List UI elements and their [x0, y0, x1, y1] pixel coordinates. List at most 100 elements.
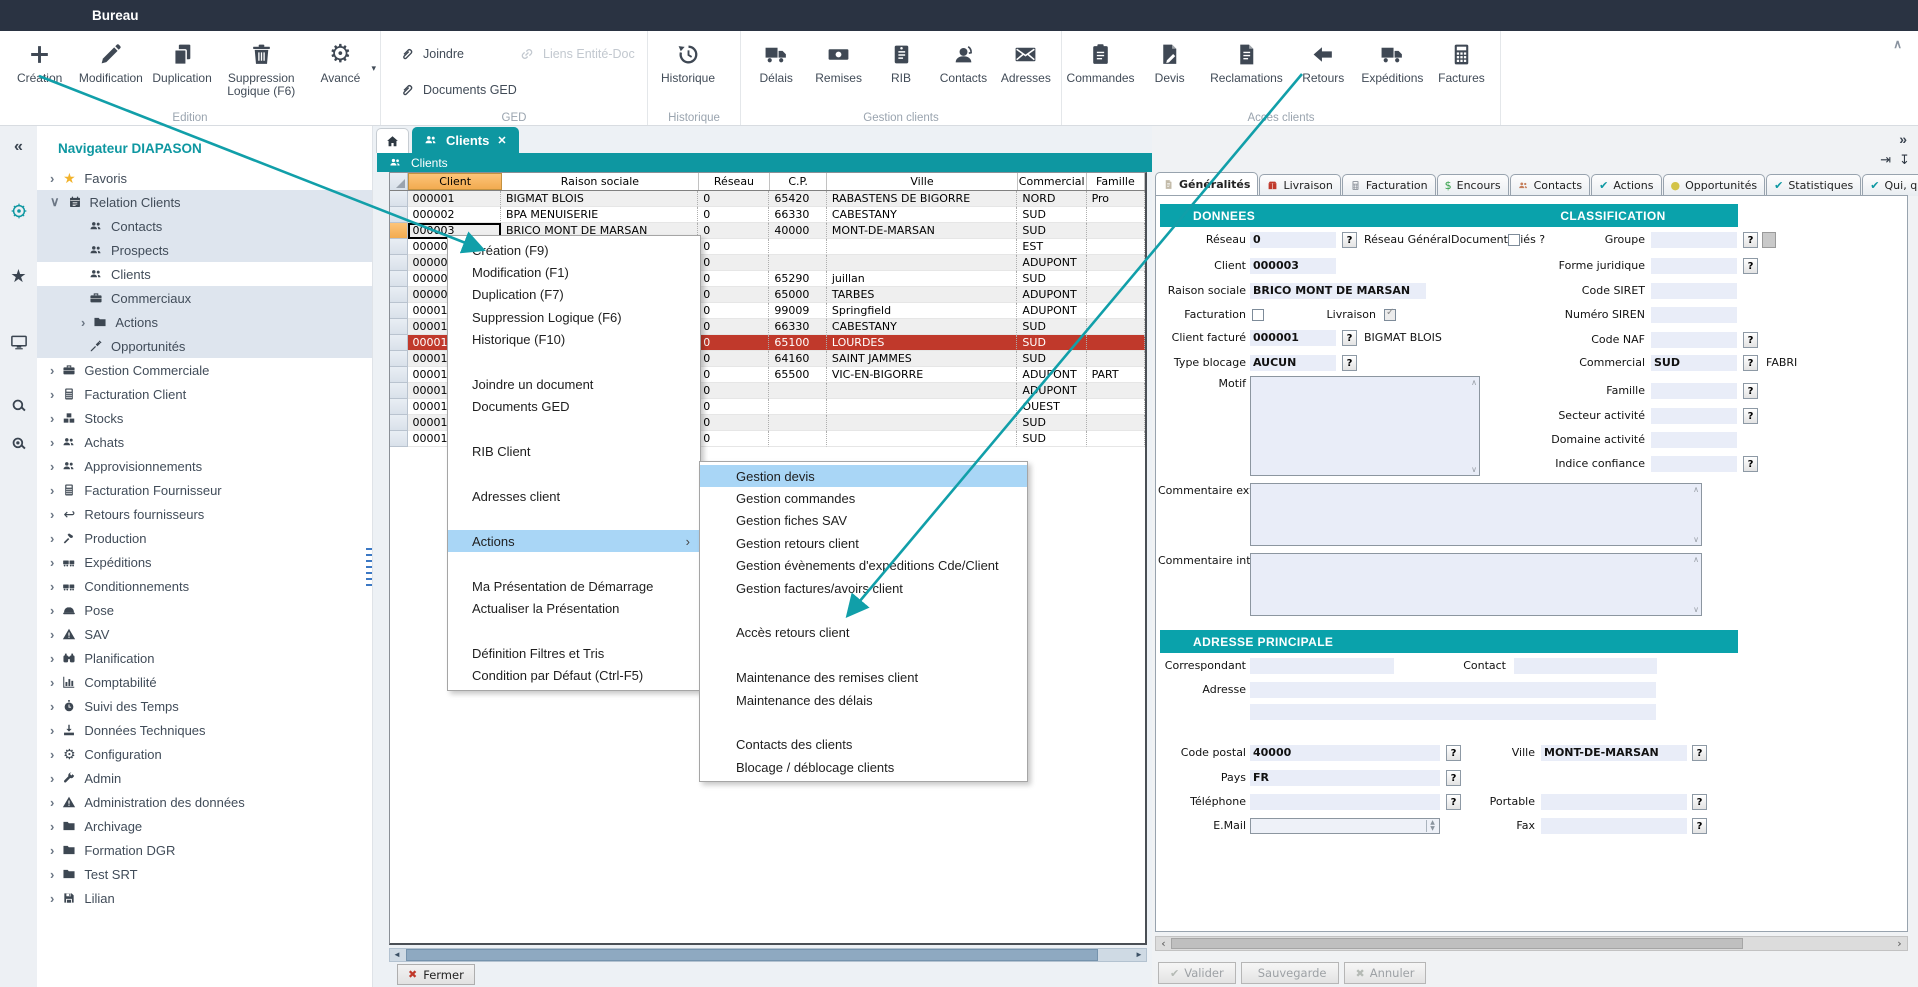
sidebar-item[interactable]: ›Lilian [37, 886, 372, 910]
panel-tab[interactable]: Généralités [1155, 172, 1258, 196]
sidebar-item[interactable]: ›Archivage [37, 814, 372, 838]
adresse-field-line1[interactable] [1250, 682, 1656, 698]
sidebar-item[interactable]: ›Données Techniques [37, 718, 372, 742]
chevron-icon[interactable]: › [50, 459, 54, 474]
table-row[interactable]: 000002BPA MENUISERIE066330CABESTANYSUD [390, 207, 1145, 223]
email-field[interactable]: ▲▼ [1250, 818, 1440, 834]
ribbon-button[interactable]: Délais [745, 36, 807, 85]
ribbon-button[interactable]: ⚙Avancé▾ [305, 36, 376, 85]
context-menu-item[interactable]: Joindre un document [448, 373, 700, 395]
sidebar-item[interactable]: Clients [37, 262, 372, 286]
panel-tab[interactable]: Contacts [1510, 174, 1591, 196]
contact-field[interactable] [1514, 658, 1657, 674]
context-menu-item[interactable] [448, 620, 700, 642]
scrollbar-thumb[interactable] [406, 949, 1098, 961]
sidebar-item[interactable]: Prospects [37, 238, 372, 262]
row-header[interactable] [390, 335, 408, 351]
chevron-icon[interactable]: › [81, 315, 85, 330]
context-menu-item[interactable]: Création (F9) [448, 239, 700, 261]
context-menu-item[interactable]: Suppression Logique (F6) [448, 306, 700, 328]
correspondant-field[interactable] [1250, 658, 1394, 674]
sidebar-item[interactable]: ›Formation DGR [37, 838, 372, 862]
context-menu-item[interactable]: Documents GED [448, 396, 700, 418]
submenu-item[interactable]: Gestion commandes [700, 487, 1027, 509]
sidebar-item[interactable]: ›Test SRT [37, 862, 372, 886]
submenu-item[interactable]: Accès retours client [700, 622, 1027, 644]
submenu-item[interactable] [700, 599, 1027, 621]
famille-help-button[interactable]: ? [1743, 383, 1758, 399]
row-header[interactable] [390, 367, 408, 383]
groupe-extra-button[interactable] [1762, 232, 1776, 248]
row-header[interactable] [390, 303, 408, 319]
context-menu-item[interactable]: Ma Présentation de Démarrage [448, 575, 700, 597]
row-header[interactable] [390, 351, 408, 367]
chevron-icon[interactable]: › [50, 819, 54, 834]
ribbon-button[interactable]: Factures [1427, 36, 1496, 85]
chevron-icon[interactable]: › [50, 771, 54, 786]
client-facture-help-button[interactable]: ? [1342, 330, 1357, 346]
context-menu-item[interactable]: Duplication (F7) [448, 284, 700, 306]
submenu-item[interactable]: Gestion factures/avoirs client [700, 577, 1027, 599]
ribbon-button[interactable]: Modification [75, 36, 146, 85]
commercial-help-button[interactable]: ? [1743, 355, 1758, 371]
row-header[interactable] [390, 271, 408, 287]
context-menu-item[interactable]: Condition par Défaut (Ctrl-F5) [448, 664, 700, 686]
sidebar-item[interactable]: ›Pose [37, 598, 372, 622]
sidebar-item[interactable]: ›Actions [37, 310, 372, 334]
facturation-checkbox[interactable] [1252, 309, 1264, 321]
chevrons-right-icon[interactable]: » [1899, 131, 1907, 147]
row-header[interactable] [390, 399, 408, 415]
context-menu-item[interactable]: Adresses client [448, 485, 700, 507]
secteur-activite-field[interactable] [1651, 408, 1737, 424]
dock-down-icon[interactable]: ↧ [1899, 153, 1910, 168]
pays-help-button[interactable]: ? [1446, 770, 1461, 786]
sidebar-item[interactable]: ›Facturation Fournisseur [37, 478, 372, 502]
chevron-icon[interactable]: › [50, 795, 54, 810]
column-header-ville[interactable]: Ville [827, 173, 1017, 190]
code-naf-help-button[interactable]: ? [1743, 332, 1758, 348]
submenu-item[interactable]: Gestion évènements d'expéditions Cde/Cli… [700, 555, 1027, 577]
row-header[interactable] [390, 223, 408, 239]
ribbon-button[interactable]: Création [4, 36, 75, 85]
chevron-icon[interactable]: › [50, 579, 54, 594]
column-header-client[interactable]: Client [408, 173, 501, 190]
secteur-activite-help-button[interactable]: ? [1743, 408, 1758, 424]
ribbon-button[interactable]: Retours [1289, 36, 1358, 85]
sidebar-item[interactable]: ∨Relation Clients [37, 190, 372, 214]
chevron-icon[interactable]: › [50, 411, 54, 426]
sidebar-item[interactable]: ›Achats [37, 430, 372, 454]
panel-tab[interactable]: $Encours [1437, 174, 1509, 196]
panel-tab[interactable]: ✔Qui, quand ? [1862, 174, 1918, 196]
panel-action-button[interactable]: ✔Valider [1158, 962, 1236, 984]
chevron-icon[interactable]: › [50, 723, 54, 738]
client-field[interactable]: 000003 [1250, 258, 1336, 274]
numero-siren-field[interactable] [1651, 307, 1737, 323]
sidebar-item[interactable]: ›Admin [37, 766, 372, 790]
row-header[interactable] [390, 431, 408, 447]
ribbon-button[interactable]: Adresses [995, 36, 1057, 85]
select-all-corner[interactable] [390, 173, 408, 190]
context-menu-item[interactable] [448, 418, 700, 440]
ribbon-button[interactable]: Contacts [932, 36, 994, 85]
ribbon-button[interactable]: Commandes [1066, 36, 1135, 85]
chevron-icon[interactable]: ∨ [50, 194, 60, 210]
row-header[interactable] [390, 207, 408, 223]
sidebar-item[interactable]: ›Suivi des Temps [37, 694, 372, 718]
submenu-item[interactable]: Gestion fiches SAV [700, 510, 1027, 532]
chevron-icon[interactable]: › [50, 555, 54, 570]
fax-field[interactable] [1541, 818, 1687, 834]
panel-tab[interactable]: Facturation [1342, 174, 1436, 196]
sidebar-item[interactable]: ›Production [37, 526, 372, 550]
chevron-icon[interactable]: › [50, 483, 54, 498]
forme-juridique-field[interactable] [1651, 258, 1737, 274]
famille-field[interactable] [1651, 383, 1737, 399]
row-header[interactable] [390, 255, 408, 271]
pays-field[interactable]: FR [1250, 770, 1440, 786]
ribbon-button[interactable]: Historique [652, 36, 724, 85]
clients-tab[interactable]: Clients✕ [412, 127, 519, 153]
portable-field[interactable] [1541, 794, 1687, 810]
sidebar-item[interactable]: ›SAV [37, 622, 372, 646]
sidebar-item[interactable]: Opportunités [37, 334, 372, 358]
context-menu-item[interactable] [448, 552, 700, 574]
submenu-item[interactable] [700, 644, 1027, 666]
